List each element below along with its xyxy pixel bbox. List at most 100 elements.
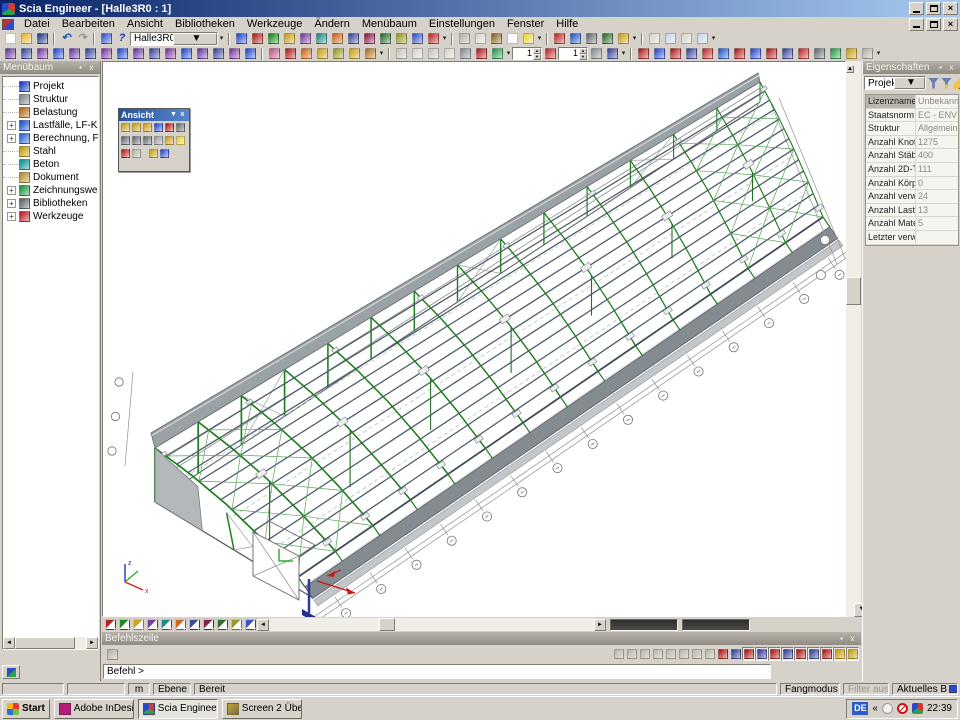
menu-werkzeuge[interactable]: Werkzeuge <box>241 18 308 30</box>
snap-mode-11-icon[interactable] <box>742 647 755 661</box>
scroll-up-icon[interactable]: ▲ <box>846 65 854 73</box>
output-tool-4-icon[interactable] <box>859 47 875 61</box>
horizontal-scrollbar[interactable]: ◄ ► <box>257 618 606 631</box>
project-tool-11-icon[interactable] <box>393 32 409 46</box>
view-page-4-icon[interactable] <box>146 618 159 631</box>
sidebar-item-tools[interactable]: +Werkzeuge <box>3 210 98 223</box>
scale-spinner-2[interactable]: 1▲▼ <box>558 47 588 60</box>
snap-mode-1-icon[interactable] <box>612 647 625 661</box>
property-row[interactable]: Anzahl Materi...5 <box>866 217 958 231</box>
result-tool-7-icon[interactable] <box>731 47 747 61</box>
analysis-tool-3-icon[interactable] <box>583 32 599 46</box>
project-tool-2-icon[interactable] <box>249 32 265 46</box>
property-row[interactable]: Anzahl Stäbe:400 <box>866 149 958 163</box>
window-copy-icon[interactable] <box>98 32 114 46</box>
view-page-5-icon[interactable] <box>160 618 173 631</box>
selection-tool-11-icon[interactable] <box>162 47 178 61</box>
expand-icon[interactable]: + <box>7 186 16 195</box>
property-row[interactable]: Anzahl Körper:0 <box>866 177 958 191</box>
selection-tool-6-icon[interactable] <box>82 47 98 61</box>
scroll-thumb[interactable] <box>379 618 395 631</box>
print-icon[interactable] <box>456 32 472 46</box>
project-tool-5-icon[interactable] <box>297 32 313 46</box>
close-icon[interactable]: x <box>86 63 97 73</box>
output-tool-2-icon[interactable] <box>827 47 843 61</box>
project-tool-4-icon[interactable] <box>281 32 297 46</box>
view-tool-13-icon[interactable] <box>120 147 131 160</box>
dropdown-icon[interactable]: ▾ <box>218 33 225 45</box>
dropdown-icon[interactable]: ▾ <box>536 33 543 45</box>
project-tool-3-icon[interactable] <box>265 32 281 46</box>
modify-tool-3-icon[interactable] <box>298 47 314 61</box>
selection-tool-15-icon[interactable] <box>226 47 242 61</box>
tray-blocked-icon[interactable] <box>897 703 908 714</box>
pin-icon[interactable]: ▪ <box>75 63 86 73</box>
view-tool-16-icon[interactable] <box>159 147 170 160</box>
axis-tool-1-icon[interactable] <box>542 47 558 61</box>
document-book-icon[interactable] <box>488 32 504 46</box>
window-tool-1-icon[interactable] <box>393 47 409 61</box>
language-indicator[interactable]: DE <box>852 702 868 715</box>
property-row[interactable]: StrukturAllgemein X... <box>866 122 958 136</box>
child-minimize-button[interactable] <box>909 18 924 31</box>
property-row[interactable]: StaatsnormEC - ENV <box>866 109 958 123</box>
restore-button[interactable] <box>926 2 941 15</box>
selection-tool-1-icon[interactable] <box>2 47 18 61</box>
filter-edit-icon[interactable] <box>941 78 952 89</box>
redo-icon[interactable]: ↷ <box>74 32 90 46</box>
result-tool-10-icon[interactable] <box>779 47 795 61</box>
menubaum-tab[interactable] <box>2 665 20 679</box>
activity-tool-4-icon[interactable] <box>362 47 378 61</box>
status-plane[interactable]: Ebene Xy <box>153 683 191 695</box>
view-page-7-icon[interactable] <box>188 618 201 631</box>
expand-icon[interactable]: + <box>7 212 16 221</box>
close-icon[interactable]: x <box>178 111 187 120</box>
layer-tool-2-icon[interactable] <box>604 47 620 61</box>
view-tool-11-icon[interactable] <box>164 134 175 147</box>
view-tool-4-icon[interactable] <box>153 121 164 134</box>
dropdown-icon[interactable]: ▾ <box>710 33 717 45</box>
open-folder-icon[interactable] <box>18 32 34 46</box>
snap-mode-10-icon[interactable] <box>729 647 742 661</box>
view-page-11-icon[interactable] <box>244 618 257 631</box>
snap-mode-2-icon[interactable] <box>625 647 638 661</box>
project-tool-1-icon[interactable] <box>233 32 249 46</box>
activity-tool-2-icon[interactable] <box>330 47 346 61</box>
view-tool-5-icon[interactable] <box>164 121 175 134</box>
selection-tool-5-icon[interactable] <box>66 47 82 61</box>
view-tool-9-icon[interactable] <box>142 134 153 147</box>
result-tool-4-icon[interactable] <box>683 47 699 61</box>
view-page-1-icon[interactable] <box>104 618 117 631</box>
result-tool-11-icon[interactable] <box>795 47 811 61</box>
tray-chevron-icon[interactable]: « <box>872 703 878 714</box>
close-button[interactable]: × <box>943 2 958 15</box>
property-row[interactable]: Anzahl Lastfäll...13 <box>866 204 958 218</box>
project-tool-7-icon[interactable] <box>329 32 345 46</box>
selection-tool-12-icon[interactable] <box>178 47 194 61</box>
expand-icon[interactable]: + <box>7 121 16 130</box>
scroll-thumb[interactable] <box>846 277 861 305</box>
child-restore-button[interactable] <box>926 18 941 31</box>
sidebar-item-structure[interactable]: Struktur <box>3 93 98 106</box>
property-row[interactable]: Anzahl Knoten:1275 <box>866 136 958 150</box>
sidebar-item-concrete[interactable]: Beton <box>3 158 98 171</box>
snap-mode-6-icon[interactable] <box>677 647 690 661</box>
snap-mode-15-icon[interactable] <box>794 647 807 661</box>
view-page-8-icon[interactable] <box>202 618 215 631</box>
task-scia[interactable]: Scia Engineer - [... <box>138 699 218 719</box>
save-disk-icon[interactable] <box>34 32 50 46</box>
color-tool-1-icon[interactable] <box>489 47 505 61</box>
snap-mode-12-icon[interactable] <box>755 647 768 661</box>
analysis-tool-4-icon[interactable] <box>599 32 615 46</box>
view-tool-14-icon[interactable] <box>131 147 142 160</box>
view-tool-12-icon[interactable] <box>175 134 186 147</box>
snap-mode-13-icon[interactable] <box>768 647 781 661</box>
scroll-right-icon[interactable]: ► <box>86 637 98 649</box>
sidebar-item-libraries[interactable]: +Bibliotheken <box>3 197 98 210</box>
snap-mode-19-icon[interactable] <box>846 647 859 661</box>
activity-tool-3-icon[interactable] <box>346 47 362 61</box>
close-icon[interactable]: x <box>946 63 957 73</box>
document-window-icon[interactable] <box>2 19 14 30</box>
snap-mode-3-icon[interactable] <box>638 647 651 661</box>
view-page-6-icon[interactable] <box>174 618 187 631</box>
